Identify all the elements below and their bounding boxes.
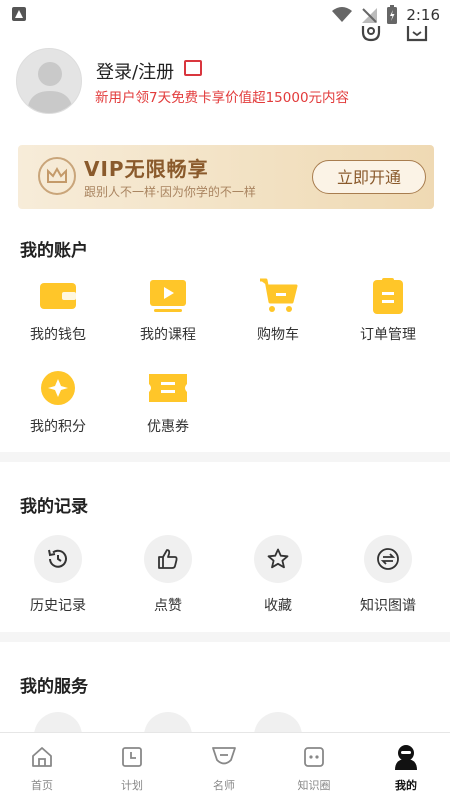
wallet-icon — [40, 283, 76, 309]
tab-label: 名师 — [213, 779, 235, 792]
vip-banner[interactable]: VIP无限畅享 跟别人不一样·因为你学的不一样 立即开通 — [18, 145, 434, 209]
course-icon — [150, 280, 186, 312]
status-icons: 2:16 — [332, 4, 440, 26]
battery-icon — [387, 5, 398, 24]
star-icon — [267, 548, 289, 569]
account-item-label: 优惠券 — [147, 419, 189, 435]
default-avatar-icon — [27, 62, 73, 113]
cart-icon — [260, 278, 298, 312]
tab-label: 我的 — [395, 779, 417, 792]
new-user-promo[interactable]: 新用户领7天免费卡享价值超15000元内容 — [95, 86, 349, 106]
account-item-points[interactable]: 我的积分 — [8, 368, 108, 436]
bottom-tab-bar: 首页 计划 名师 知识圈 我的 — [0, 732, 450, 800]
coupon-icon — [149, 374, 187, 402]
teacher-icon — [212, 747, 236, 765]
account-item-cart[interactable]: 购物车 — [228, 276, 328, 344]
account-item-label: 我的课程 — [140, 327, 196, 343]
account-item-wallet[interactable]: 我的钱包 — [8, 276, 108, 344]
account-item-course[interactable]: 我的课程 — [118, 276, 218, 344]
record-item-label: 收藏 — [264, 598, 292, 614]
vip-subtitle: 跟别人不一样·因为你学的不一样 — [84, 185, 256, 199]
account-item-label: 购物车 — [257, 327, 299, 343]
plan-icon — [122, 747, 142, 767]
section-divider — [0, 452, 450, 462]
account-item-label: 我的钱包 — [30, 327, 86, 343]
record-item-label: 历史记录 — [30, 598, 86, 614]
knowledge-map-icon — [377, 548, 399, 570]
knowledge-circle-icon — [304, 747, 324, 767]
tab-label: 知识圈 — [297, 779, 331, 792]
new-user-badge-icon — [184, 60, 202, 76]
profile-icon — [395, 745, 417, 770]
account-item-coupon[interactable]: 优惠券 — [118, 368, 218, 436]
record-item-likes[interactable]: 点赞 — [118, 535, 218, 615]
notification-icon — [12, 7, 26, 21]
tab-profile[interactable]: 我的 — [376, 743, 436, 793]
vip-title: VIP无限畅享 — [84, 157, 209, 181]
login-register-link[interactable]: 登录/注册 — [96, 58, 174, 84]
home-icon — [32, 747, 52, 767]
section-divider — [0, 632, 450, 642]
points-icon — [41, 371, 75, 405]
status-time: 2:16 — [406, 6, 440, 24]
wifi-icon — [332, 7, 353, 22]
record-item-label: 知识图谱 — [360, 598, 416, 614]
crown-icon — [38, 157, 76, 195]
records-section-title: 我的记录 — [20, 497, 88, 517]
account-section-title: 我的账户 — [20, 241, 88, 261]
message-icon[interactable] — [406, 26, 428, 44]
tab-teachers[interactable]: 名师 — [194, 743, 254, 793]
profile-header[interactable]: 登录/注册 新用户领7天免费卡享价值超15000元内容 — [16, 48, 436, 118]
settings-icon[interactable] — [360, 26, 382, 44]
record-item-favorites[interactable]: 收藏 — [228, 535, 328, 615]
tab-home[interactable]: 首页 — [12, 743, 72, 793]
record-item-history[interactable]: 历史记录 — [8, 535, 108, 615]
thumbs-up-icon — [158, 549, 178, 569]
account-item-label: 我的积分 — [30, 419, 86, 435]
tab-knowledge-circle[interactable]: 知识圈 — [284, 743, 344, 793]
services-section-title: 我的服务 — [20, 677, 88, 697]
tab-plan[interactable]: 计划 — [102, 743, 162, 793]
account-item-orders[interactable]: 订单管理 — [338, 276, 438, 344]
tab-label: 首页 — [31, 779, 53, 792]
vip-open-button[interactable]: 立即开通 — [312, 160, 426, 194]
order-icon — [373, 278, 403, 314]
record-item-label: 点赞 — [154, 598, 182, 614]
top-icons — [360, 26, 428, 44]
record-item-knowledge-map[interactable]: 知识图谱 — [338, 535, 438, 615]
account-item-label: 订单管理 — [360, 327, 416, 343]
no-signal-icon — [362, 8, 378, 23]
tab-label: 计划 — [121, 779, 143, 792]
avatar[interactable] — [16, 48, 82, 114]
history-icon — [48, 549, 67, 568]
